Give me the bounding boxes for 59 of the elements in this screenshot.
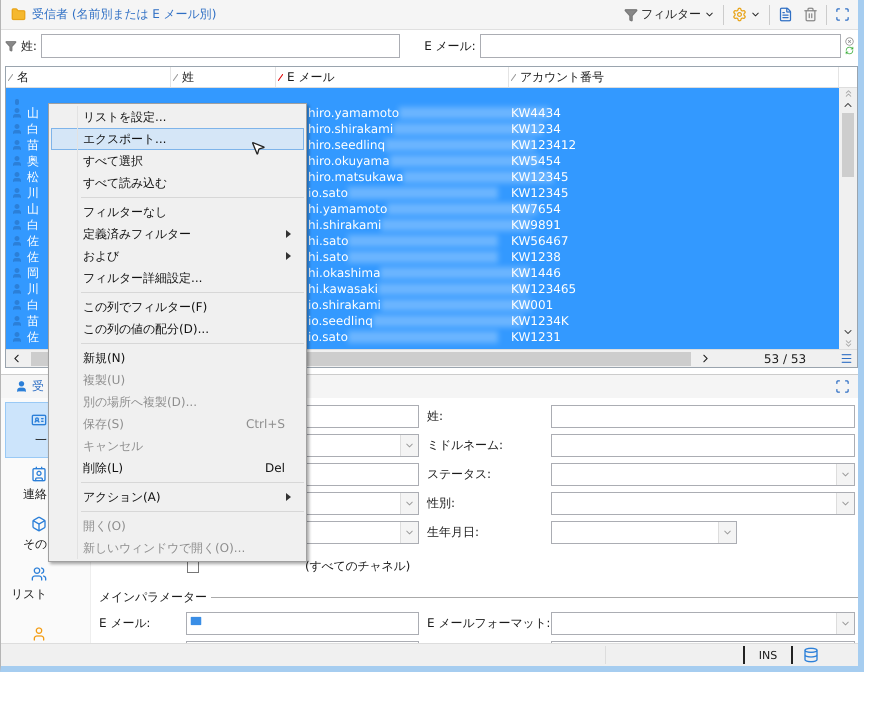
field-label: 姓: [20, 38, 37, 54]
input-field[interactable] [186, 612, 419, 635]
menu-item[interactable]: 新規(N) [51, 347, 304, 369]
field-label: 性別: [426, 495, 456, 512]
people-icon [31, 566, 47, 582]
gear-icon [732, 7, 747, 22]
column-header[interactable]: E メール [276, 67, 509, 87]
column-header[interactable]: 姓 [171, 67, 276, 87]
input-field[interactable] [551, 405, 855, 428]
sort-icon [8, 74, 13, 80]
filter-icon [5, 40, 17, 52]
nav-item[interactable]: リスト [5, 560, 76, 608]
submenu-arrow-icon [286, 230, 291, 238]
folder-icon [11, 7, 26, 22]
menu-item[interactable]: エクスポート... [51, 128, 304, 150]
filter-button[interactable]: フィルター [622, 4, 717, 25]
box-icon [31, 516, 47, 532]
sort-icon [173, 74, 178, 80]
date-field[interactable] [551, 521, 737, 544]
submenu-arrow-icon [286, 493, 291, 501]
refresh-icon[interactable] [845, 46, 854, 55]
input-field[interactable] [480, 34, 841, 58]
funnel-icon [624, 8, 638, 22]
dropdown[interactable] [305, 434, 419, 457]
column-header[interactable]: アカウント番号 [509, 67, 839, 87]
input-field[interactable] [40, 34, 400, 58]
field-label: E メール: [99, 615, 152, 632]
field-label: E メールフォーマット: [426, 615, 551, 632]
submenu-arrow-icon [286, 252, 291, 260]
dropdown[interactable] [305, 492, 419, 515]
fullscreen-icon[interactable] [835, 379, 850, 394]
dropdown[interactable] [305, 521, 419, 544]
input-field[interactable] [305, 463, 419, 486]
record-count: 53 / 53 [762, 352, 808, 366]
field-label: ステータス: [426, 466, 492, 483]
section-title: メインパラメーター [99, 589, 207, 606]
sort-icon [278, 74, 283, 80]
panel-title: 受 [32, 378, 44, 395]
scrollbar[interactable] [839, 88, 857, 349]
field-label: 生年月日: [426, 524, 480, 541]
list-icon[interactable] [840, 352, 853, 365]
scrollbar-thumb[interactable] [842, 113, 854, 177]
id-card-icon [31, 412, 47, 428]
contact-card-icon [31, 466, 47, 482]
dropdown[interactable] [551, 463, 855, 486]
sort-icon [511, 74, 516, 80]
column-header[interactable]: 名 [6, 67, 171, 87]
input-field[interactable] [551, 434, 855, 457]
field-label: E メール: [424, 38, 476, 54]
dropdown[interactable] [551, 612, 855, 635]
field-label: 姓: [426, 408, 444, 425]
status-mode: INS [758, 648, 778, 662]
panel-title: 受信者 (名前別または E メール別) [32, 6, 216, 23]
clear-icon[interactable] [845, 37, 854, 46]
field-label: ミドルネーム: [426, 437, 504, 454]
database-icon [803, 647, 819, 663]
dropdown[interactable] [551, 492, 855, 515]
checkbox-label: (すべてのチャネル) [305, 558, 410, 575]
input-field[interactable] [305, 405, 419, 428]
